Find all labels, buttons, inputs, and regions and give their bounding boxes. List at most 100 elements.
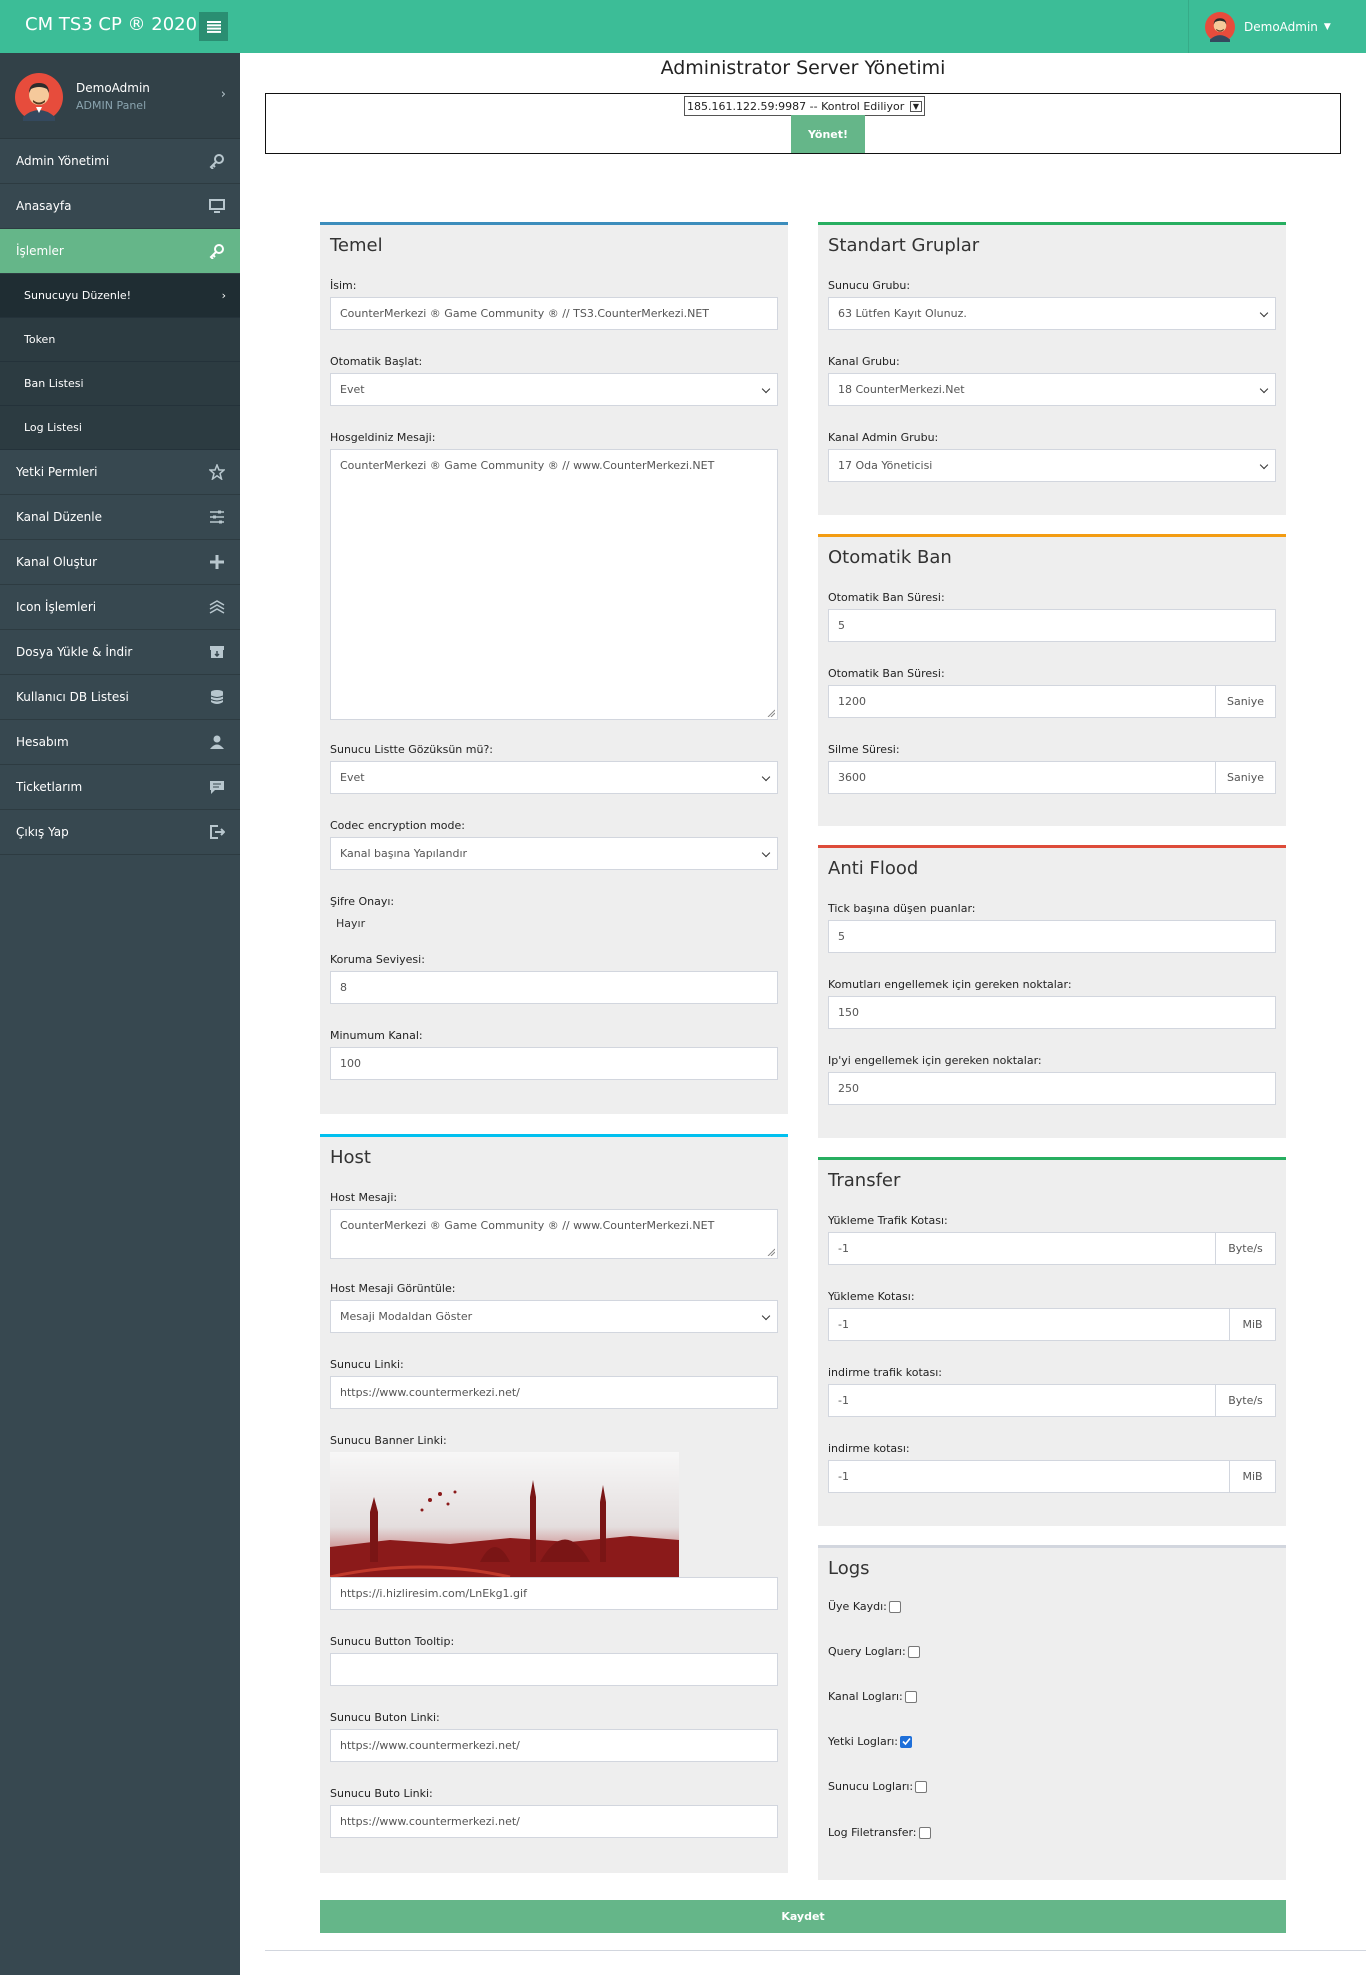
resize-handle-icon[interactable] — [767, 709, 775, 717]
ban-suresi-2-label: Otomatik Ban Süresi: — [828, 667, 945, 680]
sidebar-item-kanal-duzenle[interactable]: Kanal Düzenle — [0, 495, 240, 540]
sunucu-link-input[interactable]: https://www.countermerkezi.net/ — [330, 1376, 778, 1409]
sunucu-link-value: https://www.countermerkezi.net/ — [340, 1386, 520, 1399]
panel-title: Logs — [828, 1558, 870, 1579]
hosgeldin-textarea[interactable]: CounterMerkezi ® Game Community ® // www… — [330, 449, 778, 720]
panel-title: Otomatik Ban — [828, 547, 952, 568]
goruntule-label: Host Mesaji Görüntüle: — [330, 1282, 456, 1295]
codec-label: Codec encryption mode: — [330, 819, 465, 832]
panel-title: Temel — [330, 235, 383, 256]
menu-icon — [206, 20, 221, 33]
host-mesaj-textarea[interactable]: CounterMerkezi ® Game Community ® // www… — [330, 1209, 778, 1259]
silme-suresi-input[interactable]: 3600 — [828, 761, 1216, 794]
ban-suresi-label: Otomatik Ban Süresi: — [828, 591, 945, 604]
komut-input[interactable]: 150 — [828, 996, 1276, 1029]
codec-value: Kanal başına Yapılandır — [340, 847, 468, 860]
hosgeldin-label: Hosgeldiniz Mesaji: — [330, 431, 436, 444]
sunucu-grubu-value: 63 Lütfen Kayıt Olunuz. — [838, 307, 967, 320]
sidebar-item-kanal-olustur[interactable]: Kanal Oluştur — [0, 540, 240, 585]
sunucu-grubu-select[interactable]: 63 Lütfen Kayıt Olunuz. — [828, 297, 1276, 330]
checkbox-checked[interactable] — [900, 1735, 912, 1748]
checkbox[interactable] — [904, 1690, 917, 1703]
sidebar-user-panel[interactable]: DemoAdmin ADMIN Panel › — [0, 53, 240, 139]
tick-input[interactable]: 5 — [828, 920, 1276, 953]
sidebar-item-admin-yonetimi[interactable]: Admin Yönetimi — [0, 139, 240, 184]
log-label: Üye Kaydı: — [828, 1600, 887, 1613]
sidebar-subitem-sunucuyu-duzenle[interactable]: Sunucuyu Düzenle! › — [0, 274, 240, 318]
sidebar-subitem-label: Token — [24, 333, 56, 346]
server-select[interactable]: 185.161.122.59:9987 -- Kontrol Ediliyor … — [684, 96, 925, 116]
ban-suresi-input[interactable]: 5 — [828, 609, 1276, 642]
resize-handle-icon[interactable] — [767, 1248, 775, 1256]
sidebar-item-hesabim[interactable]: Hesabım — [0, 720, 240, 765]
panel-logs: Logs Üye Kaydı: Query Logları: Kanal Log… — [818, 1545, 1286, 1880]
isim-value: CounterMerkezi ® Game Community ® // TS3… — [340, 307, 710, 320]
sidebar-subitem-token[interactable]: Token — [0, 318, 240, 362]
server-select-box: 185.161.122.59:9987 -- Kontrol Ediliyor … — [265, 93, 1341, 154]
ban-suresi-2-input[interactable]: 1200 — [828, 685, 1216, 718]
tick-label: Tick başına düşen puanlar: — [828, 902, 976, 915]
sidebar-item-anasayfa[interactable]: Anasayfa — [0, 184, 240, 229]
chevron-right-icon: › — [220, 87, 226, 102]
sidebar-item-islemler[interactable]: İşlemler — [0, 229, 240, 274]
sidebar-item-cikis[interactable]: Çıkış Yap — [0, 810, 240, 855]
avatar — [1205, 11, 1235, 42]
hosgeldin-value: CounterMerkezi ® Game Community ® // www… — [340, 459, 715, 472]
sidebar-subitem-ban-listesi[interactable]: Ban Listesi — [0, 362, 240, 406]
ip-input[interactable]: 250 — [828, 1072, 1276, 1105]
brand-logo[interactable]: CM TS3 CP ® 2020 — [25, 14, 197, 35]
sidebar-item-label: Kanal Oluştur — [16, 555, 97, 569]
user-menu[interactable]: DemoAdmin ▼ — [1188, 0, 1366, 53]
buto-link-input[interactable]: https://www.countermerkezi.net/ — [330, 1805, 778, 1838]
koruma-input[interactable]: 8 — [330, 971, 778, 1004]
sidebar-item-ticketlarim[interactable]: Ticketlarım — [0, 765, 240, 810]
banner-input[interactable]: https://i.hizliresim.com/LnEkg1.gif — [330, 1577, 778, 1610]
server-select-value: 185.161.122.59:9987 -- Kontrol Ediliyor — [687, 99, 905, 113]
isim-input[interactable]: CounterMerkezi ® Game Community ® // TS3… — [330, 297, 778, 330]
oto-baslat-select[interactable]: Evet — [330, 373, 778, 406]
kanal-admin-grubu-select[interactable]: 17 Oda Yöneticisi — [828, 449, 1276, 482]
sidebar-item-label: Kanal Düzenle — [16, 510, 102, 524]
sidebar-item-label: Kullanıcı DB Listesi — [16, 690, 129, 704]
log-yetki: Yetki Logları: — [828, 1735, 912, 1748]
sidebar-toggle-button[interactable] — [199, 12, 228, 41]
panel-title: Host — [330, 1147, 371, 1168]
unit-addon: Byte/s — [1215, 1384, 1276, 1417]
checkbox[interactable] — [907, 1645, 920, 1658]
tooltip-input[interactable] — [330, 1653, 778, 1686]
save-button[interactable]: Kaydet — [320, 1900, 1286, 1933]
log-filetransfer: Log Filetransfer: — [828, 1826, 931, 1839]
tooltip-label: Sunucu Button Tooltip: — [330, 1635, 455, 1648]
box-icon — [208, 643, 226, 661]
y-trafik-input[interactable]: -1 — [828, 1232, 1216, 1265]
banner-label: Sunucu Banner Linki: — [330, 1434, 447, 1447]
min-kanal-input[interactable]: 100 — [330, 1047, 778, 1080]
sidebar-subitem-label: Ban Listesi — [24, 377, 84, 390]
komut-value: 150 — [838, 1006, 859, 1019]
key-icon — [208, 242, 226, 260]
buton-link-input[interactable]: https://www.countermerkezi.net/ — [330, 1729, 778, 1762]
caret-down-icon: ▼ — [1323, 21, 1331, 32]
checkbox[interactable] — [918, 1826, 931, 1839]
sidebar-item-yetki-permleri[interactable]: Yetki Permleri — [0, 450, 240, 495]
y-kota-input[interactable]: -1 — [828, 1308, 1230, 1341]
codec-select[interactable]: Kanal başına Yapılandır — [330, 837, 778, 870]
i-trafik-input[interactable]: -1 — [828, 1384, 1216, 1417]
i-trafik-value: -1 — [838, 1394, 849, 1407]
sidebar-item-label: Ticketlarım — [16, 780, 83, 794]
sidebar-item-kullanici-db[interactable]: Kullanıcı DB Listesi — [0, 675, 240, 720]
sidebar-subitem-log-listesi[interactable]: Log Listesi — [0, 406, 240, 450]
checkbox[interactable] — [915, 1780, 928, 1793]
sidebar-item-icon-islemleri[interactable]: Icon İşlemleri — [0, 585, 240, 630]
i-kota-input[interactable]: -1 — [828, 1460, 1230, 1493]
i-kota-value: -1 — [838, 1470, 849, 1483]
kanal-grubu-select[interactable]: 18 CounterMerkezi.Net — [828, 373, 1276, 406]
listte-select[interactable]: Evet — [330, 761, 778, 794]
manage-button[interactable]: Yönet! — [791, 115, 865, 153]
database-icon — [208, 688, 226, 706]
panel-otomatik-ban: Otomatik Ban Otomatik Ban Süresi: 5 Otom… — [818, 534, 1286, 826]
goruntule-select[interactable]: Mesaji Modaldan Göster — [330, 1300, 778, 1333]
sidebar-item-dosya-yukle[interactable]: Dosya Yükle & İndir — [0, 630, 240, 675]
check-icon — [901, 1737, 911, 1746]
checkbox[interactable] — [888, 1600, 901, 1613]
